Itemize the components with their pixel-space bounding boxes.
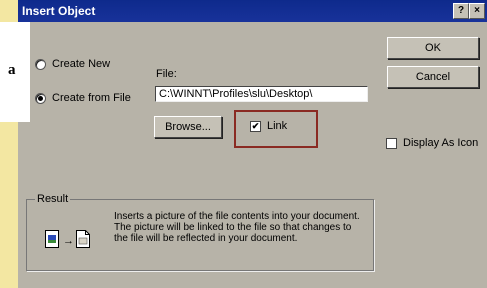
result-label: Result: [35, 193, 71, 205]
file-path-input[interactable]: [155, 86, 368, 102]
cancel-button[interactable]: Cancel: [387, 66, 479, 88]
title-bar[interactable]: Insert Object ? ×: [18, 0, 487, 22]
insert-object-dialog: Insert Object ? × Create New Create from…: [18, 0, 487, 288]
ok-button[interactable]: OK: [387, 37, 479, 59]
help-button[interactable]: ?: [453, 3, 469, 19]
arrow-icon: →: [63, 235, 74, 247]
create-new-radio[interactable]: [35, 58, 46, 70]
create-new-option[interactable]: Create New: [35, 58, 110, 70]
browse-button[interactable]: Browse...: [154, 116, 222, 138]
create-new-label: Create New: [52, 58, 111, 70]
result-description: Inserts a picture of the file contents i…: [114, 211, 360, 244]
create-from-file-label: Create from File: [52, 92, 131, 104]
side-letter: a: [8, 62, 16, 78]
create-from-file-radio[interactable]: [35, 92, 46, 104]
link-checkbox[interactable]: ✔: [250, 120, 261, 132]
display-as-icon-label: Display As Icon: [403, 137, 479, 149]
close-button[interactable]: ×: [469, 3, 485, 19]
file-label: File:: [156, 68, 177, 80]
picture-file-icon: [76, 230, 90, 248]
display-as-icon-checkbox[interactable]: [386, 137, 397, 149]
dialog-title: Insert Object: [22, 4, 96, 18]
link-label: Link: [267, 120, 288, 132]
link-option[interactable]: ✔ Link: [250, 120, 287, 132]
display-as-icon-option[interactable]: Display As Icon: [386, 137, 478, 149]
create-from-file-option[interactable]: Create from File: [35, 92, 131, 104]
document-icon: [45, 230, 59, 248]
